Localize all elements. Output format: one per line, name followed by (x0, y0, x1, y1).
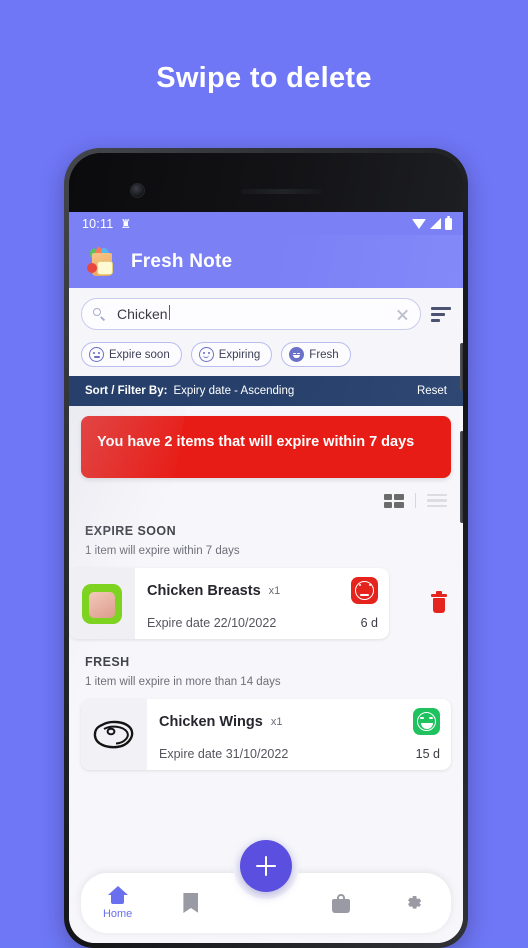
plus-icon (256, 856, 276, 876)
grocery-bag-note-icon (85, 245, 119, 279)
chicken-breast-photo (69, 568, 135, 639)
chip-label: Expiring (218, 348, 261, 361)
volume-button (460, 343, 463, 391)
power-button (460, 431, 463, 523)
item-footer: Expire date 22/10/2022 6 d (147, 616, 378, 630)
section-title: FRESH (85, 655, 130, 669)
trash-icon[interactable] (431, 591, 447, 614)
sort-icon[interactable] (431, 306, 451, 322)
section-expire-soon: EXPIRE SOON 1 item will expire within 7 … (69, 508, 463, 557)
front-camera-icon (131, 184, 144, 197)
battery-icon (445, 215, 452, 230)
promo-headline: Swipe to delete (156, 62, 372, 94)
phone-frame: 10:11 ♜ Fresh Note Chicken Expire soon E… (64, 148, 468, 948)
expiry-alert-banner[interactable]: You have 2 items that will expire within… (81, 416, 451, 478)
item-card-chicken-breasts[interactable]: Chicken Breasts x1 Expire date 22/10/202… (69, 568, 389, 639)
status-badge-happy-face (413, 708, 440, 735)
status-badge-sad-face (351, 577, 378, 604)
nav-item-settings[interactable] (378, 873, 451, 933)
phone-bezel (69, 153, 463, 212)
phone-screen-area: 10:11 ♜ Fresh Note Chicken Expire soon E… (69, 153, 463, 943)
gear-icon (404, 893, 424, 913)
smile-face-icon (198, 347, 214, 362)
item-name: Chicken Wings (159, 713, 263, 730)
content-scroll[interactable]: You have 2 items that will expire within… (69, 406, 463, 943)
item-quantity: x1 (270, 715, 283, 728)
chip-label: Expire soon (109, 348, 170, 361)
sort-filter-label: Sort / Filter By: (85, 385, 168, 397)
reset-button[interactable]: Reset (417, 385, 447, 397)
signal-icon (430, 218, 441, 229)
nav-item-home[interactable]: Home (81, 873, 154, 933)
wifi-icon (412, 218, 426, 229)
swipe-delete-action[interactable] (431, 568, 447, 639)
clear-icon[interactable] (396, 308, 409, 321)
shopping-bag-icon (332, 893, 351, 913)
item-card-chicken-wings[interactable]: Chicken Wings x1 Expire date 31/10/2022 … (81, 699, 451, 770)
add-item-fab[interactable] (240, 840, 292, 892)
item-quantity: x1 (268, 584, 281, 597)
status-icons (412, 215, 452, 230)
item-details: Chicken Wings x1 Expire date 31/10/2022 … (147, 699, 451, 770)
app-bar: Fresh Note (69, 235, 463, 288)
search-input[interactable]: Chicken (81, 298, 421, 330)
app-title: Fresh Note (131, 250, 233, 272)
neutral-face-icon (89, 347, 104, 362)
home-icon (107, 886, 128, 905)
chip-expiring[interactable]: Expiring (190, 342, 273, 367)
list-view-icon[interactable] (427, 493, 447, 508)
list-item-row[interactable]: Chicken Breasts x1 Expire date 22/10/202… (69, 568, 463, 639)
grin-face-icon (289, 347, 305, 362)
filter-chips: Expire soon Expiring Fresh (81, 342, 451, 367)
search-input-value: Chicken (117, 305, 396, 322)
sort-filter-value: Expiry date - Ascending (173, 385, 295, 397)
app-screen: 10:11 ♜ Fresh Note Chicken Expire soon E… (69, 212, 463, 943)
nav-item-label: Home (102, 908, 133, 920)
view-toggle (69, 478, 463, 508)
item-header: Chicken Breasts x1 (147, 577, 378, 604)
search-area: Chicken Expire soon Expiring Fresh (69, 288, 463, 376)
earpiece-speaker (241, 189, 323, 194)
search-icon (93, 307, 106, 321)
nav-item-shopping[interactable] (304, 873, 377, 933)
section-fresh: FRESH 1 item will expire in more than 14… (69, 639, 463, 688)
chess-rook-icon: ♜ (120, 216, 132, 231)
nav-item-bookmarks[interactable] (154, 873, 227, 933)
section-subtitle: 1 item will expire within 7 days (85, 545, 240, 557)
bookmark-icon (183, 893, 199, 913)
item-name: Chicken Breasts (147, 582, 261, 599)
item-footer: Expire date 31/10/2022 15 d (159, 747, 440, 761)
section-title: EXPIRE SOON (85, 524, 177, 538)
item-expire-date: Expire date 22/10/2022 (147, 616, 277, 630)
status-bar: 10:11 ♜ (69, 212, 463, 235)
steak-icon-svg (93, 720, 134, 748)
grid-view-icon[interactable] (384, 493, 404, 508)
list-item-row[interactable]: Chicken Wings x1 Expire date 31/10/2022 … (69, 699, 463, 770)
item-expire-date: Expire date 31/10/2022 (159, 747, 289, 761)
section-subtitle: 1 item will expire in more than 14 days (85, 676, 281, 688)
item-details: Chicken Breasts x1 Expire date 22/10/202… (135, 568, 389, 639)
view-toggle-divider (415, 493, 416, 508)
chip-label: Fresh (309, 348, 339, 361)
chip-expire-soon[interactable]: Expire soon (81, 342, 182, 367)
item-days-left: 6 d (360, 616, 378, 630)
chip-fresh[interactable]: Fresh (281, 342, 351, 367)
item-days-left: 15 d (415, 747, 440, 761)
sort-filter-bar[interactable]: Sort / Filter By: Expiry date - Ascendin… (69, 376, 463, 406)
status-clock: 10:11 (82, 216, 114, 231)
item-header: Chicken Wings x1 (159, 708, 440, 735)
steak-line-icon (81, 699, 147, 770)
search-row: Chicken (81, 298, 451, 330)
